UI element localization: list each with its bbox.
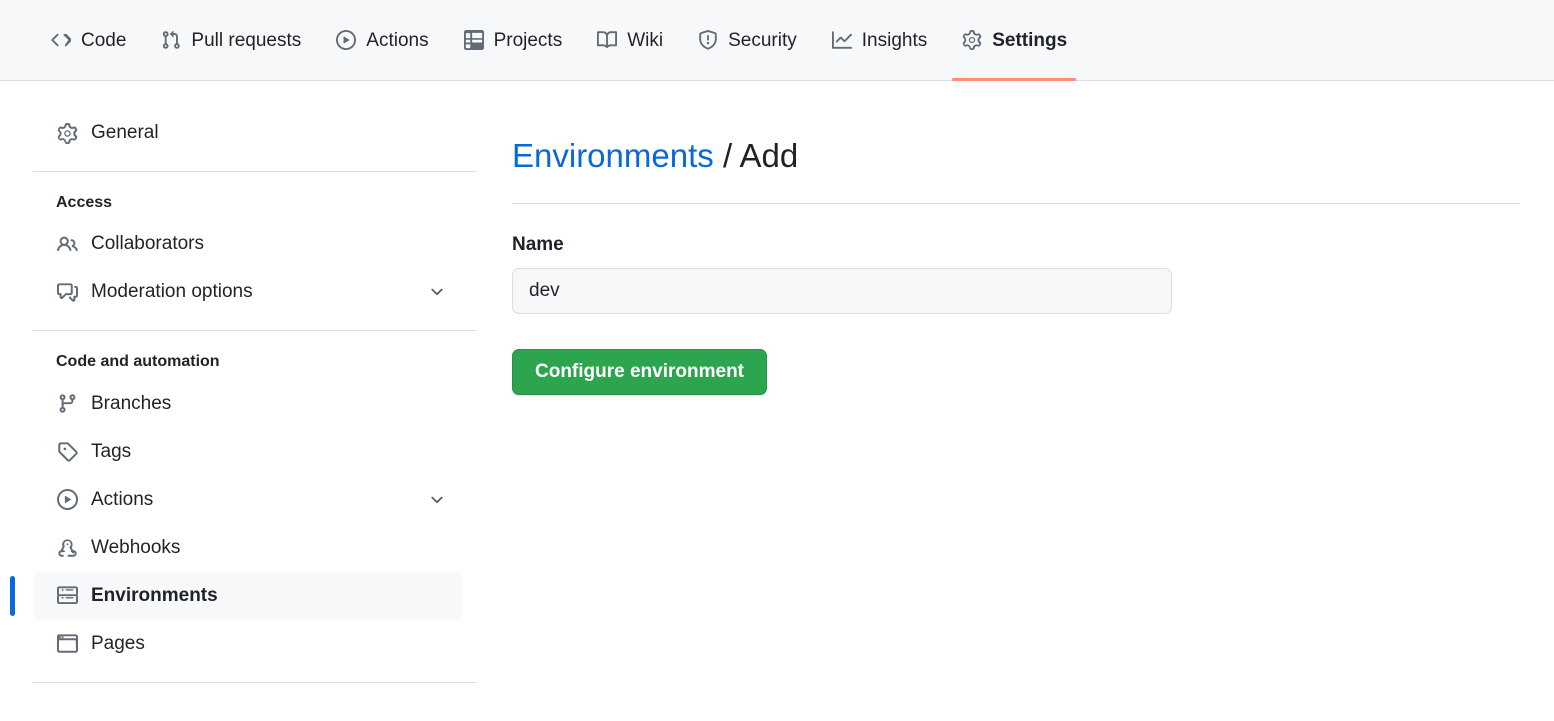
sidebar-section-access-heading: Access bbox=[33, 186, 477, 220]
table-icon bbox=[463, 29, 485, 51]
sidebar-item-collaborators[interactable]: Collaborators bbox=[33, 220, 463, 268]
sidebar-item-pages-label: Pages bbox=[91, 633, 447, 655]
sidebar-section-code-and-automation-heading: Code and automation bbox=[33, 345, 477, 379]
browser-window-icon bbox=[56, 633, 78, 655]
tab-settings-label: Settings bbox=[992, 31, 1067, 50]
settings-sidebar: General Access Collaborators bbox=[0, 109, 477, 697]
git-branch-icon bbox=[56, 393, 78, 415]
sidebar-item-general-label: General bbox=[91, 122, 447, 144]
sidebar-item-actions[interactable]: Actions bbox=[33, 476, 463, 524]
tab-pull-requests[interactable]: Pull requests bbox=[143, 0, 318, 80]
sidebar-divider-2 bbox=[33, 330, 477, 331]
main-content: Environments / Add Name Configure enviro… bbox=[477, 109, 1554, 395]
tab-insights-label: Insights bbox=[862, 31, 927, 50]
breadcrumb-environments-link[interactable]: Environments bbox=[512, 137, 714, 174]
page-body: General Access Collaborators bbox=[0, 81, 1554, 697]
tab-code-label: Code bbox=[81, 31, 126, 50]
code-icon bbox=[50, 29, 72, 51]
sidebar-item-webhooks[interactable]: Webhooks bbox=[33, 524, 463, 572]
tab-wiki-label: Wiki bbox=[627, 31, 663, 50]
tab-settings[interactable]: Settings bbox=[944, 0, 1084, 80]
tab-code[interactable]: Code bbox=[33, 0, 143, 80]
sidebar-item-tags[interactable]: Tags bbox=[33, 428, 463, 476]
webhook-icon bbox=[56, 537, 78, 559]
tab-actions[interactable]: Actions bbox=[318, 0, 445, 80]
people-icon bbox=[56, 233, 78, 255]
sidebar-item-actions-label: Actions bbox=[91, 489, 414, 511]
sidebar-item-webhooks-label: Webhooks bbox=[91, 537, 447, 559]
sidebar-item-branches-label: Branches bbox=[91, 393, 447, 415]
tag-icon bbox=[56, 441, 78, 463]
breadcrumb: Environments / Add bbox=[512, 131, 1520, 176]
comment-discussion-icon bbox=[56, 281, 78, 303]
gear-icon bbox=[56, 122, 78, 144]
tab-security-label: Security bbox=[728, 31, 797, 50]
shield-icon bbox=[697, 29, 719, 51]
breadcrumb-separator: / bbox=[723, 137, 732, 174]
sidebar-section-access: Access Collaborators Moderation options bbox=[33, 186, 477, 316]
book-icon bbox=[596, 29, 618, 51]
play-circle-icon bbox=[56, 489, 78, 511]
sidebar-divider-1 bbox=[33, 171, 477, 172]
sidebar-item-environments[interactable]: Environments bbox=[33, 572, 463, 620]
sidebar-item-tags-label: Tags bbox=[91, 441, 447, 463]
tab-pull-requests-label: Pull requests bbox=[191, 31, 301, 50]
play-circle-icon bbox=[335, 29, 357, 51]
chevron-down-icon[interactable] bbox=[427, 282, 447, 302]
repository-nav-list: Code Pull requests Actions bbox=[33, 0, 1084, 80]
gear-icon bbox=[961, 29, 983, 51]
sidebar-item-general[interactable]: General bbox=[33, 109, 463, 157]
tab-wiki[interactable]: Wiki bbox=[579, 0, 680, 80]
sidebar-section-code-and-automation: Code and automation Branches Tags bbox=[33, 345, 477, 667]
sidebar-item-moderation-options-label: Moderation options bbox=[91, 281, 414, 303]
environment-name-input[interactable] bbox=[512, 268, 1172, 314]
configure-environment-button[interactable]: Configure environment bbox=[512, 349, 767, 395]
tab-security[interactable]: Security bbox=[680, 0, 814, 80]
server-stack-icon bbox=[56, 585, 78, 607]
tab-projects[interactable]: Projects bbox=[446, 0, 580, 80]
name-field-label: Name bbox=[512, 234, 1520, 256]
git-pull-request-icon bbox=[160, 29, 182, 51]
tab-insights[interactable]: Insights bbox=[814, 0, 944, 80]
content-divider bbox=[512, 203, 1520, 204]
tab-actions-label: Actions bbox=[366, 31, 428, 50]
tab-projects-label: Projects bbox=[494, 31, 563, 50]
sidebar-item-pages[interactable]: Pages bbox=[33, 620, 463, 668]
chevron-down-icon[interactable] bbox=[427, 490, 447, 510]
sidebar-divider-3 bbox=[33, 682, 477, 683]
graph-icon bbox=[831, 29, 853, 51]
repository-nav: Code Pull requests Actions bbox=[0, 0, 1554, 81]
breadcrumb-current: Add bbox=[739, 137, 798, 174]
sidebar-item-environments-label: Environments bbox=[91, 585, 447, 607]
sidebar-item-branches[interactable]: Branches bbox=[33, 380, 463, 428]
sidebar-item-collaborators-label: Collaborators bbox=[91, 233, 447, 255]
sidebar-item-moderation-options[interactable]: Moderation options bbox=[33, 268, 463, 316]
